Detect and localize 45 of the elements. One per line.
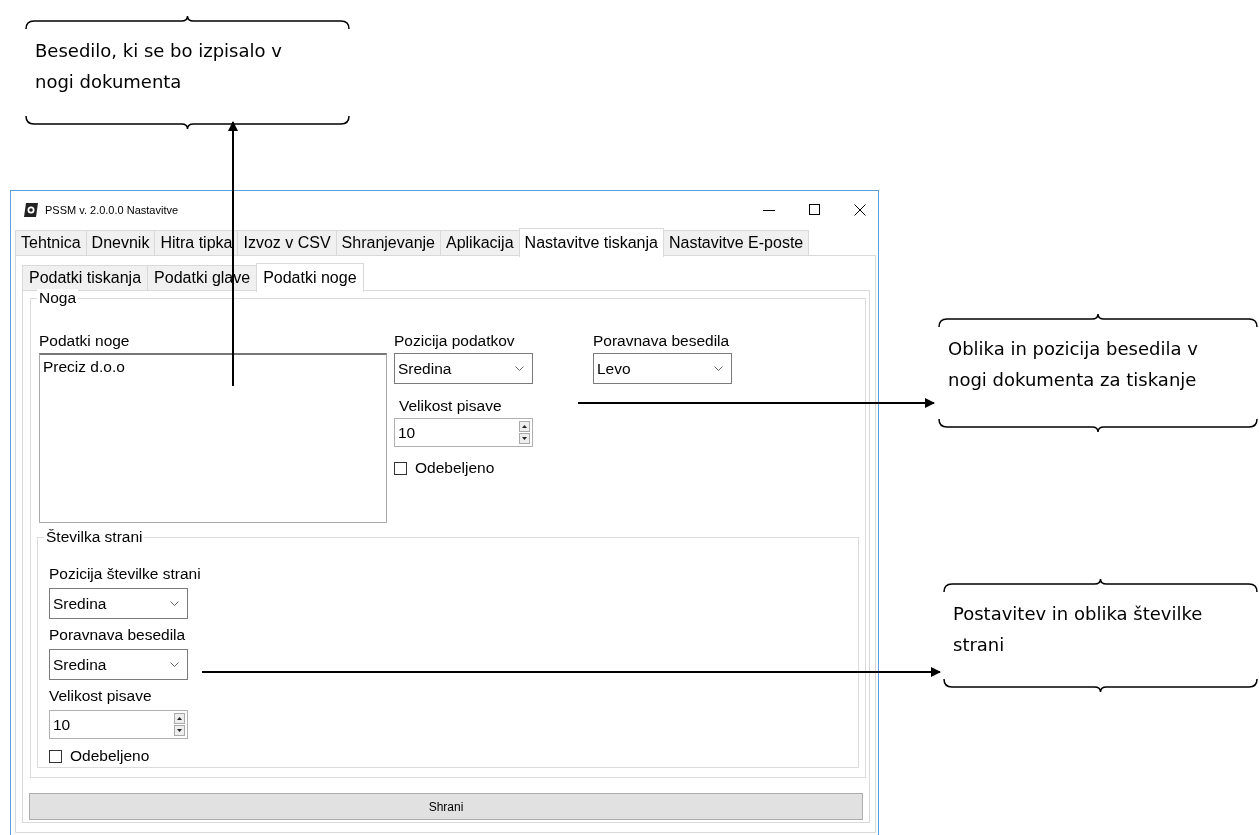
spin-down-icon[interactable] [519, 433, 530, 444]
tab[interactable]: Nastavitve tiskanja [518, 228, 664, 257]
dropdown[interactable]: Sredina [49, 588, 188, 619]
checkbox[interactable] [394, 461, 407, 475]
app-icon [23, 201, 39, 218]
tab[interactable]: Podatki tiskanja [22, 265, 149, 290]
field-label: Podatki noge [39, 331, 131, 351]
tab[interactable]: Nastavitve E-poste [662, 230, 810, 255]
tab[interactable]: Aplikacija [440, 230, 520, 255]
dropdown[interactable]: Sredina [394, 353, 533, 384]
tab[interactable]: Shranjevanje [335, 230, 441, 255]
field-label: Poravnava besedila [49, 625, 187, 645]
callout-text: Postavitev in oblika številke strani [953, 602, 1204, 657]
checkbox[interactable] [49, 749, 62, 763]
field-label: Poravnava besedila [593, 331, 731, 351]
tab[interactable]: Tehtnica [15, 230, 87, 255]
close-icon[interactable] [854, 203, 866, 216]
window-title: PSSM v. 2.0.0.0 Nastavitve [45, 203, 179, 216]
number-field[interactable]: 10 [394, 418, 533, 447]
spin-down-icon[interactable] [174, 725, 185, 736]
field-label: Velikost pisave [399, 396, 503, 416]
chevron-down-icon [170, 601, 179, 606]
tab[interactable]: Hitra tipka [154, 230, 239, 255]
tab[interactable]: Dnevnik [85, 230, 156, 255]
field-label: Pozicija podatkov [394, 331, 516, 351]
group-title: Noga [37, 289, 79, 307]
tab[interactable]: Podatki noge [256, 263, 364, 292]
text-area[interactable]: Preciz d.o.o [39, 353, 387, 523]
chevron-down-icon [170, 662, 179, 667]
dropdown[interactable]: Levo [593, 353, 732, 384]
callout-text: Oblika in pozicija besedila v nogi dokumenta za tiskanje [948, 337, 1199, 392]
checkbox-label: Odebeljeno [415, 459, 495, 477]
maximize-icon[interactable] [809, 204, 820, 215]
spin-up-icon[interactable] [174, 713, 185, 724]
chevron-down-icon [515, 366, 524, 371]
number-field[interactable]: 10 [49, 710, 188, 739]
checkbox-label: Odebeljeno [70, 747, 150, 765]
field-label: Pozicija številke strani [49, 564, 202, 584]
dropdown[interactable]: Sredina [49, 649, 188, 680]
tab[interactable]: Izvoz v CSV [237, 230, 337, 255]
callout-text: Besedilo, ki se bo izpisalo v nogi dokumenta [35, 39, 283, 94]
chevron-down-icon [714, 366, 723, 371]
spin-up-icon[interactable] [519, 421, 530, 432]
save-button[interactable]: Shrani [29, 793, 863, 820]
field-label: Velikost pisave [49, 686, 153, 706]
